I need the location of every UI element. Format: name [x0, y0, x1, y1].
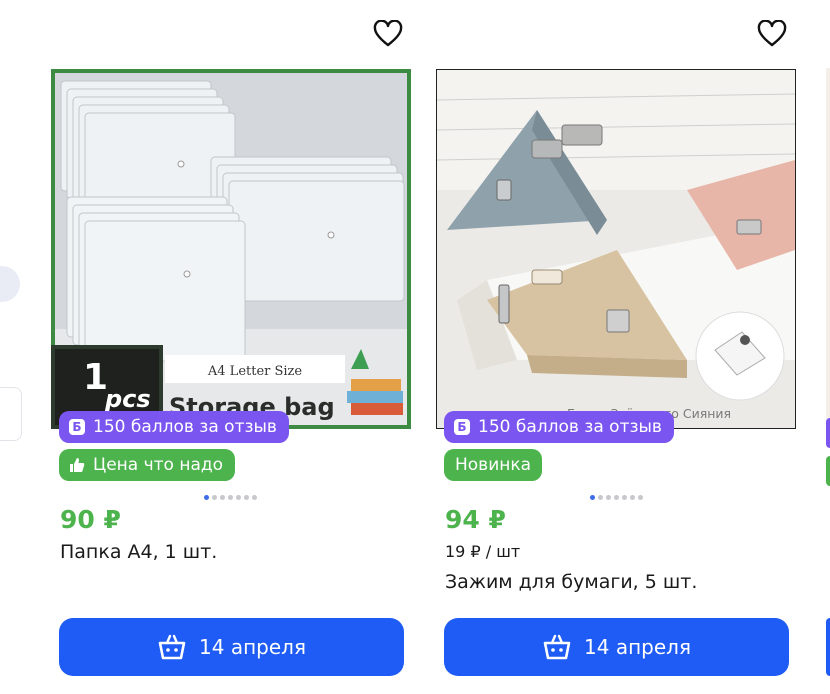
new-badge: Новинка — [444, 449, 543, 481]
carousel-dot[interactable] — [252, 495, 257, 500]
left-partial-element — [0, 387, 22, 441]
thumbs-up-icon — [69, 457, 85, 473]
image-carousel-dots[interactable] — [204, 495, 257, 500]
carousel-dot[interactable] — [598, 495, 603, 500]
basket-icon — [157, 633, 187, 661]
product-image[interactable]: Белое Звёздного Сияния — [436, 69, 796, 429]
product-price: 90 ₽ — [60, 505, 121, 534]
basket-icon — [542, 633, 572, 661]
carousel-dot[interactable] — [220, 495, 225, 500]
carousel-dot[interactable] — [228, 495, 233, 500]
review-points-badge: Б 150 баллов за отзыв — [444, 411, 674, 443]
storage-bag-image: A4 Letter Size 1 pcs Storage bag — [51, 69, 411, 429]
image-size-text: A4 Letter Size — [207, 364, 303, 379]
favorite-button[interactable] — [371, 17, 405, 51]
add-to-cart-button[interactable]: 14 апреля — [59, 618, 404, 676]
paper-clip-image: Белое Звёздного Сияния — [437, 70, 795, 428]
product-title[interactable]: Папка А4, 1 шт. — [60, 541, 217, 563]
carousel-dot[interactable] — [244, 495, 249, 500]
carousel-dot[interactable] — [590, 495, 595, 500]
carousel-dot[interactable] — [204, 495, 209, 500]
carousel-dot[interactable] — [236, 495, 241, 500]
carousel-dot[interactable] — [614, 495, 619, 500]
product-card[interactable]: Белое Звёздного Сияния Б 150 баллов за о… — [425, 0, 810, 694]
heart-icon — [373, 20, 403, 47]
b-points-icon: Б — [69, 419, 85, 435]
favorite-button[interactable] — [755, 17, 789, 51]
carousel-dot[interactable] — [638, 495, 643, 500]
review-points-text: 150 баллов за отзыв — [93, 417, 277, 437]
unit-price: 19 ₽ / шт — [445, 542, 521, 561]
review-points-text: 150 баллов за отзыв — [478, 417, 662, 437]
next-card-partial — [826, 68, 830, 688]
b-points-icon: Б — [454, 419, 470, 435]
add-to-cart-button[interactable]: 14 апреля — [444, 618, 789, 676]
product-card[interactable]: A4 Letter Size 1 pcs Storage bag Б 150 б… — [40, 0, 425, 694]
carousel-dot[interactable] — [630, 495, 635, 500]
new-badge-text: Новинка — [455, 455, 532, 475]
carousel-dot[interactable] — [212, 495, 217, 500]
delivery-date-label: 14 апреля — [199, 635, 306, 659]
price-tag-text: Цена что надо — [93, 455, 224, 475]
product-price: 94 ₽ — [445, 505, 506, 534]
product-image[interactable]: A4 Letter Size 1 pcs Storage bag — [51, 69, 411, 429]
review-points-badge: Б 150 баллов за отзыв — [59, 411, 289, 443]
price-tag-badge: Цена что надо — [59, 449, 236, 481]
delivery-date-label: 14 апреля — [584, 635, 691, 659]
prev-carousel-button[interactable] — [0, 266, 20, 302]
image-unit-text: pcs — [104, 385, 151, 413]
image-carousel-dots[interactable] — [590, 495, 643, 500]
carousel-dot[interactable] — [622, 495, 627, 500]
heart-icon — [757, 20, 787, 47]
product-title[interactable]: Зажим для бумаги, 5 шт. — [445, 571, 697, 593]
carousel-dot[interactable] — [606, 495, 611, 500]
